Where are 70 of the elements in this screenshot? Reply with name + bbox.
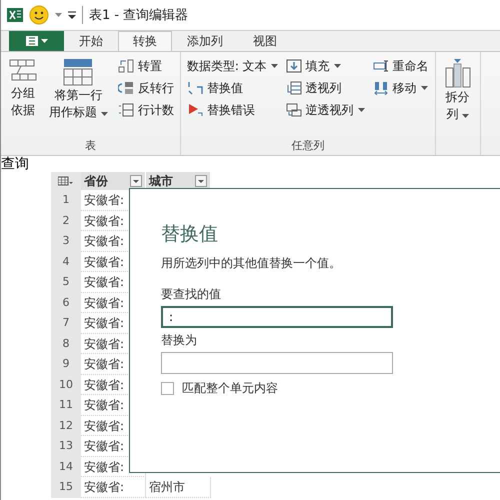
table-cell: 宿州市 [146, 477, 211, 498]
group-label: 任意列 [290, 138, 326, 153]
row-number: 2 [51, 210, 81, 231]
checkbox-label: 匹配整个单元内容 [182, 380, 278, 397]
input-field[interactable]: : [161, 306, 393, 328]
smiley-icon[interactable] [29, 5, 49, 25]
table-cell: 安徽省: [81, 477, 146, 498]
ribbon-button[interactable]: 行计数 [118, 100, 174, 120]
row-number: 8 [51, 334, 81, 354]
transpose-icon [118, 59, 134, 73]
group-label: 表 [84, 138, 97, 153]
caret-icon [40, 39, 48, 43]
ribbon-button[interactable]: 替换值 [186, 78, 278, 98]
ribbon-button[interactable]: 拆分 列 [442, 56, 474, 124]
replace-errors-icon [186, 103, 203, 117]
queries-label: 查询 [1, 156, 30, 172]
ribbon-button[interactable]: 逆透视列 [286, 100, 365, 120]
row-number: 13 [51, 436, 81, 456]
filter-dropdown-icon[interactable] [195, 175, 207, 187]
row-number: 6 [51, 292, 81, 313]
column-header[interactable]: 省份 [81, 172, 146, 190]
customize-toolbar-icon[interactable] [68, 11, 76, 19]
document-icon [26, 36, 38, 46]
field-label: 要查找的值 [161, 286, 222, 303]
row-number: 9 [51, 354, 81, 374]
input-field[interactable] [161, 352, 393, 374]
ribbon-button[interactable]: 将第一行 用作标题 [47, 56, 110, 122]
row-number: 1 [51, 190, 81, 210]
file-menu-button[interactable] [9, 31, 64, 51]
fill-down-icon [286, 59, 302, 73]
row-number: 3 [51, 231, 81, 252]
spreadsheet-logo-icon[interactable] [7, 7, 23, 23]
row-number: 4 [51, 252, 81, 272]
split-column-icon [444, 58, 472, 88]
field-label: 替换为 [161, 332, 198, 349]
ribbon-button[interactable]: 分组 依据 [7, 56, 39, 120]
row-number: 15 [51, 477, 81, 498]
rename-icon [372, 59, 389, 73]
table-menu-icon[interactable] [58, 176, 74, 186]
reverse-rows-icon [118, 81, 134, 95]
row-number: 14 [51, 456, 81, 477]
ribbon-button[interactable]: 透视列 [286, 78, 365, 98]
ribbon-button[interactable]: 转置 [118, 56, 174, 76]
row-number: 12 [51, 416, 81, 436]
pivot-column-icon [286, 81, 302, 95]
ribbon-tab[interactable]: 转换 [118, 31, 172, 51]
ribbon-button[interactable]: 重命名 [372, 56, 429, 76]
dialog-title: 替换值 [161, 222, 219, 247]
ribbon-tab[interactable]: 视图 [238, 31, 292, 51]
caret-icon[interactable] [55, 13, 62, 17]
ribbon-tab[interactable]: 添加列 [172, 31, 238, 51]
ribbon-button[interactable]: 数据类型: 文本 [186, 56, 278, 76]
dialog-description: 用所选列中的其他值替换一个值。 [161, 255, 342, 272]
ribbon-tab[interactable]: 开始 [64, 31, 118, 51]
row-number: 11 [51, 395, 81, 416]
filter-dropdown-icon[interactable] [130, 175, 142, 187]
row-number: 7 [51, 313, 81, 334]
row-count-icon [118, 103, 134, 117]
ribbon-button[interactable]: 替换错误 [186, 100, 278, 120]
move-icon [372, 81, 389, 95]
replace-values-icon [186, 81, 203, 95]
unpivot-icon [286, 103, 302, 117]
ribbon-button[interactable]: 移动 [372, 78, 429, 98]
row-number: 10 [51, 374, 81, 395]
ribbon-button[interactable]: 反转行 [118, 78, 174, 98]
header-table-icon [63, 58, 94, 86]
window-title: 表1 - 查询编辑器 [82, 6, 188, 24]
checkbox[interactable] [161, 382, 174, 395]
ribbon-button[interactable]: 填充 [286, 56, 365, 76]
row-number: 5 [51, 272, 81, 292]
